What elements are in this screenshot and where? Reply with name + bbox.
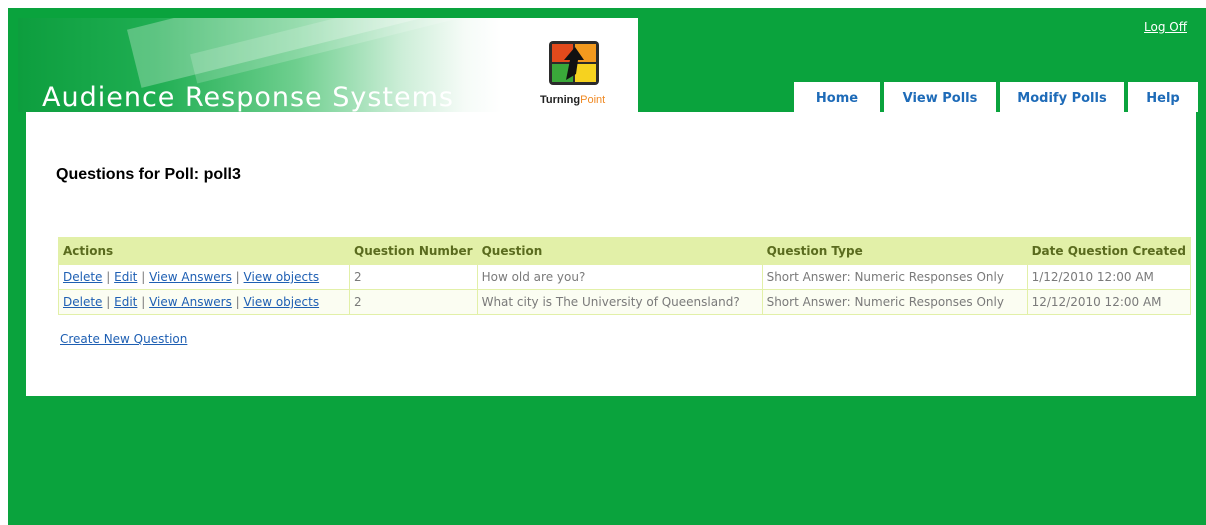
column-header-question: Question: [476, 237, 763, 265]
nav-tab-view-polls[interactable]: View Polls: [884, 82, 996, 112]
logo-wordmark: TurningPoint: [540, 94, 605, 106]
header-banner: Audience Response Systems TurningPoint: [18, 18, 638, 112]
table-row: Delete | Edit | View Answers | View obje…: [58, 289, 1191, 315]
app-title: Audience Response Systems: [42, 82, 454, 112]
question-number-cell: 2: [349, 289, 478, 315]
date-created-cell: 1/12/2010 12:00 AM: [1026, 264, 1191, 290]
create-new-question-link[interactable]: Create New Question: [60, 332, 187, 346]
question-cell: What city is The University of Queenslan…: [476, 289, 763, 315]
question-type-cell: Short Answer: Numeric Responses Only: [761, 264, 1028, 290]
table-header-row: Actions Question Number Question Questio…: [58, 237, 1191, 265]
actions-cell: Delete | Edit | View Answers | View obje…: [58, 264, 350, 290]
column-header-question-type: Question Type: [761, 237, 1028, 265]
question-number-cell: 2: [349, 264, 478, 290]
logoff-link[interactable]: Log Off: [1144, 20, 1187, 34]
view-objects-link[interactable]: View objects: [244, 270, 320, 284]
separator: |: [106, 295, 111, 309]
actions-cell: Delete | Edit | View Answers | View obje…: [58, 289, 350, 315]
edit-link[interactable]: Edit: [114, 270, 137, 284]
question-cell: How old are you?: [476, 264, 763, 290]
view-answers-link[interactable]: View Answers: [149, 295, 232, 309]
view-objects-link[interactable]: View objects: [244, 295, 320, 309]
column-header-actions: Actions: [58, 237, 350, 265]
page-title: Questions for Poll: poll3: [56, 166, 241, 183]
nav-tab-home[interactable]: Home: [794, 82, 880, 112]
content-panel: Questions for Poll: poll3 Actions Questi…: [26, 112, 1196, 396]
questions-table: Actions Question Number Question Questio…: [58, 237, 1191, 315]
separator: |: [141, 270, 146, 284]
question-type-cell: Short Answer: Numeric Responses Only: [761, 289, 1028, 315]
table-row: Delete | Edit | View Answers | View obje…: [58, 264, 1191, 290]
delete-link[interactable]: Delete: [63, 270, 102, 284]
separator: |: [106, 270, 111, 284]
delete-link[interactable]: Delete: [63, 295, 102, 309]
date-created-cell: 12/12/2010 12:00 AM: [1026, 289, 1191, 315]
separator: |: [235, 295, 240, 309]
logo-text-point: Point: [580, 94, 606, 106]
separator: |: [235, 270, 240, 284]
nav-tab-help[interactable]: Help: [1128, 82, 1198, 112]
view-answers-link[interactable]: View Answers: [149, 270, 232, 284]
column-header-date-created: Date Question Created: [1026, 237, 1191, 265]
turningpoint-logo-icon: [548, 40, 600, 86]
page-frame: Audience Response Systems TurningPoint L…: [8, 8, 1206, 525]
edit-link[interactable]: Edit: [114, 295, 137, 309]
nav-tab-modify-polls[interactable]: Modify Polls: [1000, 82, 1124, 112]
logo-text-turning: Turning: [540, 94, 581, 106]
separator: |: [141, 295, 146, 309]
column-header-question-number: Question Number: [349, 237, 478, 265]
